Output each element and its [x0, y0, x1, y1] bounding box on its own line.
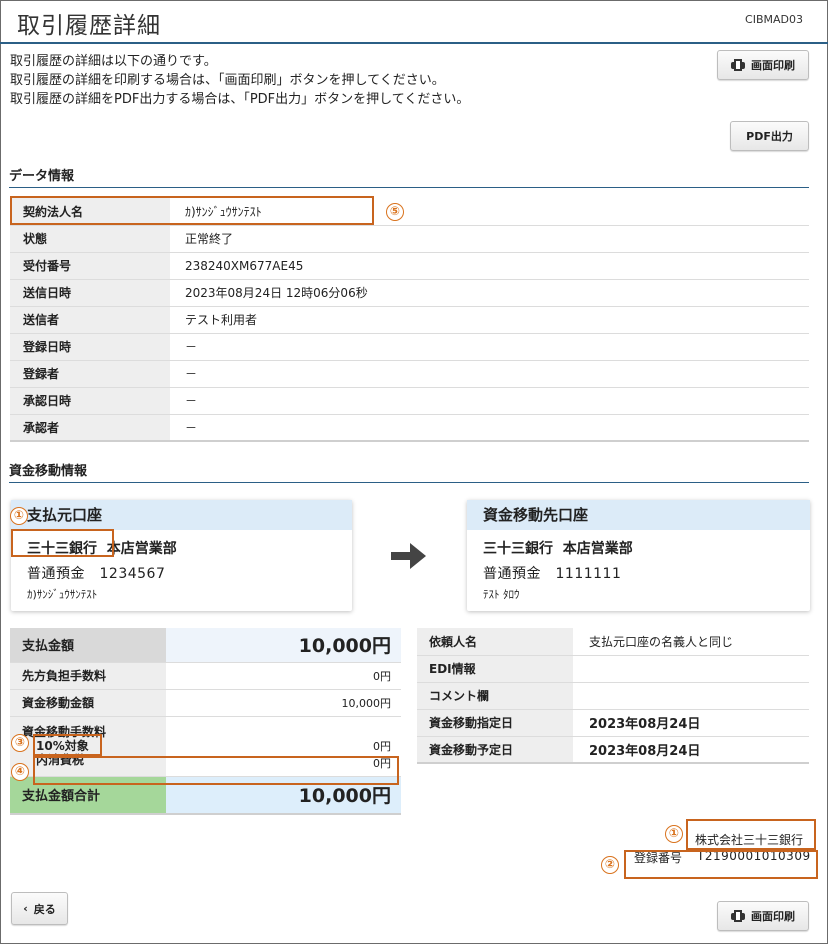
screen-id: CIBMAD03	[745, 13, 803, 26]
annotation-marker: ①	[10, 507, 28, 525]
destination-account-card: 資金移動先口座 三十三銀行 本店営業部 普通預金 1111111 ﾃｽﾄ ﾀﾛｳ	[467, 500, 810, 611]
printer-icon	[731, 910, 745, 922]
back-button-label: 戻る	[33, 902, 56, 916]
table-row: 資金移動指定日 2023年08月24日	[417, 709, 809, 736]
row-label: 登録日時	[10, 333, 170, 360]
table-row: 登録日時 －	[10, 333, 809, 360]
intro-text: 取引履歴の詳細は以下の通りです。 取引履歴の詳細を印刷する場合は、「画面印刷」ボ…	[10, 52, 469, 109]
back-button[interactable]: ‹ 戻る	[11, 892, 68, 925]
destination-branch: 本店営業部	[562, 541, 633, 557]
row-value: 238240XM677AE45	[185, 258, 304, 273]
row-value: －	[185, 340, 198, 354]
source-account-holder: ｶ)ｻﾝｼﾞｭｳｻﾝﾃｽﾄ	[27, 588, 98, 601]
highlight-box	[33, 734, 102, 756]
print-button-label: 画面印刷	[751, 59, 795, 72]
destination-bank: 三十三銀行	[483, 541, 553, 557]
row-value: 2023年08月24日	[589, 717, 701, 732]
section-divider	[9, 187, 809, 188]
row-value	[573, 655, 809, 682]
table-row: 承認日時 －	[10, 387, 809, 414]
highlight-box	[10, 196, 374, 225]
section-divider	[9, 482, 809, 483]
annotation-marker: ①	[665, 825, 683, 843]
highlight-box	[33, 756, 399, 785]
row-label: 資金移動予定日	[417, 736, 573, 763]
intro-line: 取引履歴の詳細を印刷する場合は、「画面印刷」ボタンを押してください。	[10, 73, 445, 88]
annotation-marker: ③	[11, 734, 29, 752]
page-title: 取引履歴詳細	[17, 13, 161, 39]
row-label: 承認日時	[10, 387, 170, 414]
source-branch: 本店営業部	[106, 541, 177, 557]
table-row: 資金移動予定日 2023年08月24日	[417, 736, 809, 763]
row-label: 受付番号	[10, 252, 170, 279]
print-button[interactable]: 画面印刷	[717, 50, 809, 80]
row-value: 正常終了	[185, 232, 234, 246]
print-button-bottom[interactable]: 画面印刷	[717, 901, 809, 931]
annotation-marker: ②	[601, 856, 619, 874]
table-row: 送信日時 2023年08月24日 12時06分06秒	[10, 279, 809, 306]
table-row: EDI情報	[417, 655, 809, 682]
destination-account-number: 普通預金 1111111	[483, 566, 622, 582]
row-value: －	[185, 367, 198, 381]
table-row: 承認者 －	[10, 414, 809, 441]
data-info-title: データ情報	[9, 169, 75, 184]
annotation-marker: ④	[11, 763, 29, 781]
transfer-info-title: 資金移動情報	[9, 464, 88, 479]
row-label: 送信日時	[10, 279, 170, 306]
table-row: コメント欄	[417, 682, 809, 709]
pdf-button-label: PDF出力	[746, 130, 793, 143]
row-value: 2023年08月24日 12時06分06秒	[185, 286, 368, 300]
data-info-table: 契約法人名 ｶ)ｻﾝｼﾞｭｳｻﾝﾃｽﾄ 状態 正常終了 受付番号 238240XM67…	[10, 198, 809, 442]
transfer-details-table: 依頼人名 支払元口座の名義人と同じ EDI情報 コメント欄 資金移動指定日 2023…	[417, 628, 809, 764]
table-row: 受付番号 238240XM677AE45	[10, 252, 809, 279]
table-row: 支払金額 10,000円	[10, 628, 401, 662]
highlight-box	[11, 529, 114, 557]
row-label: コメント欄	[417, 682, 573, 709]
row-label: 登録者	[10, 360, 170, 387]
table-row: 状態 正常終了	[10, 225, 809, 252]
transfer-amount-label: 資金移動金額	[10, 689, 166, 716]
row-label: 送信者	[10, 306, 170, 333]
row-value: テスト利用者	[185, 313, 258, 327]
print-button-label: 画面印刷	[751, 910, 795, 923]
fee-value: 0円	[373, 740, 391, 753]
table-row: 資金移動金額 10,000円	[10, 689, 401, 716]
row-label: 依頼人名	[417, 628, 573, 655]
row-label: EDI情報	[417, 655, 573, 682]
arrow-right-icon	[391, 543, 426, 569]
destination-account-holder: ﾃｽﾄ ﾀﾛｳ	[483, 588, 520, 601]
transfer-amount-value: 10,000円	[341, 696, 392, 710]
table-row: 登録者 －	[10, 360, 809, 387]
table-row: 依頼人名 支払元口座の名義人と同じ	[417, 628, 809, 655]
highlight-box	[686, 819, 816, 850]
prepaid-fee-label: 先方負担手数料	[10, 662, 166, 689]
row-value: 2023年08月24日	[589, 743, 701, 759]
destination-account-header: 資金移動先口座	[467, 500, 810, 530]
table-row: 送信者 テスト利用者	[10, 306, 809, 333]
row-value	[573, 682, 809, 709]
highlight-box	[624, 850, 818, 879]
row-label: 承認者	[10, 414, 170, 441]
intro-line: 取引履歴の詳細は以下の通りです。	[10, 54, 217, 69]
annotation-marker: ⑤	[386, 203, 404, 221]
row-label: 資金移動指定日	[417, 709, 573, 736]
payment-label: 支払金額	[10, 628, 166, 662]
prepaid-fee-value: 0円	[373, 669, 391, 683]
payment-value: 10,000円	[166, 628, 401, 662]
page-header: 取引履歴詳細 CIBMAD03	[0, 0, 828, 44]
source-account-number: 普通預金 1234567	[27, 566, 166, 582]
destination-bank-line: 三十三銀行 本店営業部	[483, 538, 633, 558]
printer-icon	[731, 59, 745, 71]
pdf-output-button[interactable]: PDF出力	[730, 121, 809, 151]
row-value: －	[185, 394, 198, 408]
intro-line: 取引履歴の詳細をPDF出力する場合は、「PDF出力」ボタンを押してください。	[10, 92, 470, 107]
amount-table: 支払金額 10,000円 先方負担手数料 0円 資金移動金額 10,000円 資…	[10, 628, 401, 815]
table-row: 先方負担手数料 0円	[10, 662, 401, 689]
row-value: 支払元口座の名義人と同じ	[589, 634, 734, 649]
source-account-header: 支払元口座	[11, 500, 352, 530]
chevron-left-icon: ‹	[23, 902, 28, 915]
row-value: －	[185, 420, 198, 435]
row-label: 状態	[10, 225, 170, 252]
